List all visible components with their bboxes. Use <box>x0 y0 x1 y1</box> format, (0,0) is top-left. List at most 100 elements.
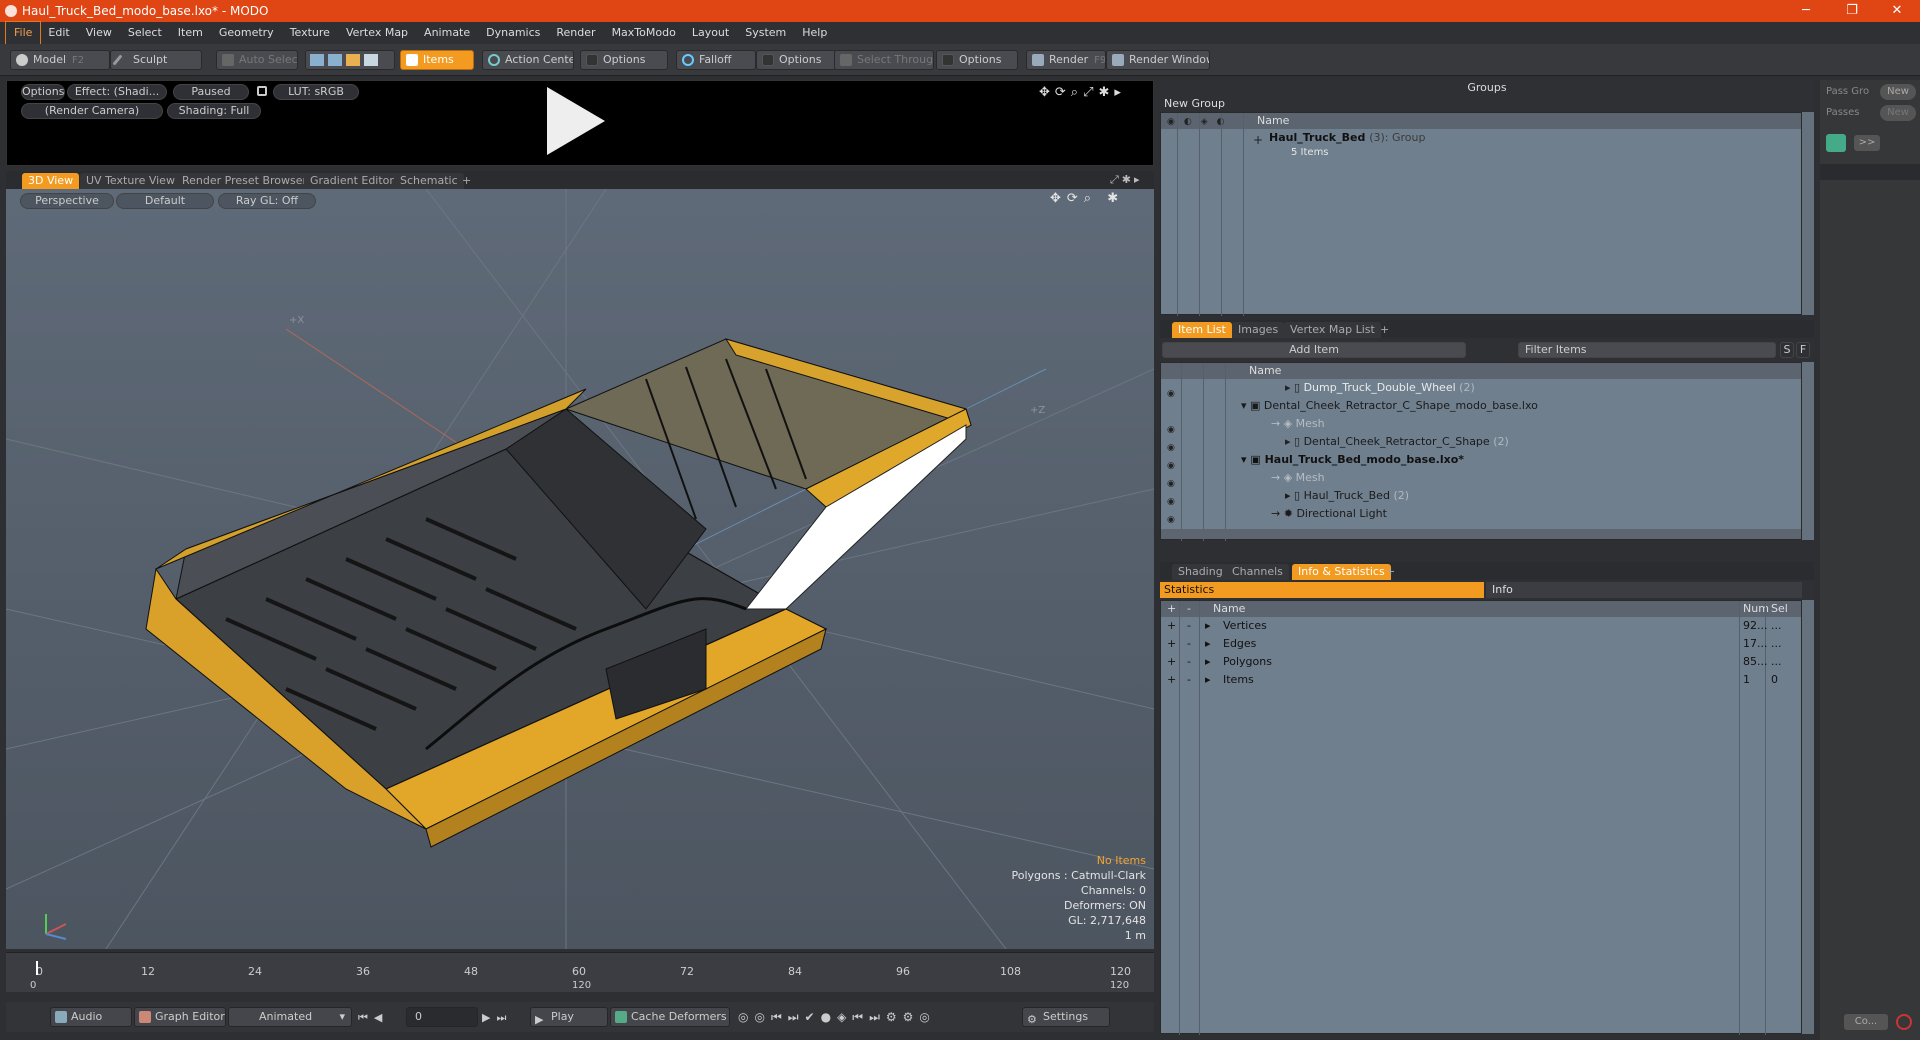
tab-vertex-map-list[interactable]: Vertex Map List <box>1284 322 1381 338</box>
raygl-toggle[interactable]: Ray GL: Off <box>218 193 316 209</box>
play-button[interactable]: ▶ Play <box>530 1007 608 1027</box>
info-tab[interactable]: Info <box>1486 582 1802 598</box>
tab-item-list[interactable]: Item List <box>1172 322 1232 338</box>
perspective-dropdown[interactable]: Perspective <box>20 193 114 209</box>
menu-animate[interactable]: Animate <box>416 22 478 44</box>
play-icon[interactable] <box>547 87 605 155</box>
tab-schematic[interactable]: Schematic <box>394 173 464 189</box>
refresh-icon[interactable] <box>1826 134 1846 152</box>
stats-scrollbar[interactable] <box>1802 600 1814 1034</box>
haul-truck-bed-model[interactable] <box>145 338 972 848</box>
playhead[interactable] <box>36 961 38 975</box>
table-row[interactable]: + - ▸ Vertices 92...... <box>1161 617 1801 635</box>
close-button[interactable]: ✕ <box>1874 0 1920 22</box>
animated-dropdown[interactable]: Animated ▾ <box>228 1007 352 1027</box>
menu-edit[interactable]: Edit <box>40 22 77 44</box>
render-window-button[interactable]: Render Window <box>1106 50 1210 70</box>
filter-items-input[interactable]: Filter Items <box>1518 342 1776 358</box>
audio-button[interactable]: Audio <box>50 1007 132 1027</box>
tab-info-statistics[interactable]: Info & Statistics <box>1292 564 1391 580</box>
menu-item[interactable]: Item <box>170 22 211 44</box>
select-through-button[interactable]: Select Through <box>834 50 934 70</box>
menu-help[interactable]: Help <box>794 22 835 44</box>
expand-more-button[interactable]: >> <box>1854 135 1880 151</box>
eye-icons[interactable]: ◉ ◉ ◉ ◉ ◉ ◉ ◉ <box>1167 385 1175 529</box>
record-icon[interactable] <box>1896 1014 1912 1030</box>
action-center-options-button[interactable]: Options <box>580 50 668 70</box>
lock-icon[interactable] <box>257 86 267 96</box>
expand-icon[interactable]: + <box>1253 133 1263 147</box>
group-row[interactable]: Haul_Truck_Bed (3): Group <box>1269 131 1425 144</box>
action-center-button[interactable]: Action Center <box>482 50 574 70</box>
statistics-tab[interactable]: Statistics <box>1160 582 1484 598</box>
add-tab-button[interactable]: + <box>1380 564 1401 580</box>
list-item[interactable]: ▸ ▯ Haul_Truck_Bed (2) <box>1285 487 1409 505</box>
groups-scrollbar[interactable] <box>1802 112 1814 315</box>
new-group-button[interactable]: New Group <box>1162 97 1242 111</box>
shading-default-dropdown[interactable]: Default <box>116 193 214 209</box>
tab-panel-icons[interactable]: ⤢✱▸ <box>1110 173 1143 187</box>
menu-file[interactable]: File <box>4 21 42 45</box>
preview-shading-dropdown[interactable]: Shading: Full <box>167 103 261 119</box>
command-input[interactable]: Co... <box>1844 1014 1888 1030</box>
tab-shading[interactable]: Shading <box>1172 564 1229 580</box>
menu-render[interactable]: Render <box>548 22 603 44</box>
table-row[interactable]: + - ▸ Items 1 0 <box>1161 671 1801 689</box>
preview-options-button[interactable]: Options <box>21 84 65 100</box>
list-item[interactable]: ▾ ▣ Dental_Cheek_Retractor_C_Shape_modo_… <box>1241 397 1538 415</box>
tab-uv-texture-view[interactable]: UV Texture View <box>80 173 181 189</box>
list-item[interactable]: ▾ ▣ Haul_Truck_Bed_modo_base.lxo* <box>1241 451 1464 469</box>
list-item[interactable]: ▸ ▯ Dental_Cheek_Retractor_C_Shape (2) <box>1285 433 1509 451</box>
graph-editor-button[interactable]: Graph Editor <box>134 1007 226 1027</box>
table-row[interactable]: + - ▸ Edges 17...... <box>1161 635 1801 653</box>
vertices-mode-icon[interactable] <box>310 54 324 66</box>
render-button[interactable]: Render F9 <box>1026 50 1106 70</box>
menu-select[interactable]: Select <box>120 22 170 44</box>
menu-layout[interactable]: Layout <box>684 22 737 44</box>
preview-paused-button[interactable]: Paused <box>173 84 249 100</box>
frame-input[interactable]: 0 <box>406 1007 478 1027</box>
timeline[interactable]: 0 12 24 36 48 60 72 84 96 108 120 0 120 … <box>6 952 1154 992</box>
item-hscrollbar[interactable] <box>1161 529 1801 539</box>
add-item-button[interactable]: Add Item <box>1162 342 1466 358</box>
list-item[interactable]: → ◈ Mesh <box>1271 469 1325 487</box>
preview-effect-dropdown[interactable]: Effect: (Shadi... <box>67 84 167 100</box>
materials-mode-icon[interactable] <box>364 54 378 66</box>
maximize-button[interactable]: ❐ <box>1829 0 1875 22</box>
new-pass-group-button[interactable]: New <box>1880 84 1916 100</box>
key-tool-icons[interactable]: ◎◎⏮⏭✔●◈⏮⏭⚙⚙◎ <box>738 1010 936 1025</box>
settings-button[interactable]: ⚙ Settings <box>1022 1007 1110 1027</box>
item-vscrollbar[interactable] <box>1802 362 1814 540</box>
skip-start-icons[interactable]: ⏮◀ <box>358 1011 388 1025</box>
menu-view[interactable]: View <box>78 22 120 44</box>
sculpt-button[interactable]: Sculpt <box>110 50 202 70</box>
f-toggle[interactable]: F <box>1796 342 1810 358</box>
minimize-button[interactable]: ─ <box>1783 0 1829 22</box>
select-mode-buttons[interactable] <box>305 50 395 70</box>
tab-images[interactable]: Images <box>1232 322 1285 338</box>
menu-geometry[interactable]: Geometry <box>211 22 282 44</box>
falloff-options-button[interactable]: Options <box>756 50 836 70</box>
falloff-button[interactable]: Falloff <box>676 50 756 70</box>
menu-texture[interactable]: Texture <box>282 22 338 44</box>
polygons-mode-icon[interactable] <box>346 54 360 66</box>
s-toggle[interactable]: S <box>1780 342 1794 358</box>
3d-viewport[interactable]: +X +Z Perspective Default Ray GL: Off ✥⟳… <box>6 189 1154 949</box>
table-row[interactable]: + - ▸ Polygons 85...... <box>1161 653 1801 671</box>
skip-end-icons[interactable]: ▶⏭ <box>482 1011 512 1025</box>
tab-3d-view[interactable]: 3D View <box>22 173 80 189</box>
list-item[interactable]: → ✹ Directional Light <box>1271 505 1387 523</box>
edges-mode-icon[interactable] <box>328 54 342 66</box>
items-mode-button[interactable]: Items <box>400 50 474 70</box>
menu-vertex-map[interactable]: Vertex Map <box>338 22 416 44</box>
auto-select-button[interactable]: Auto Select <box>216 50 298 70</box>
cache-deformers-button[interactable]: Cache Deformers <box>610 1007 730 1027</box>
preview-nav-icons[interactable]: ✥⟳⌕⤢✱▸ <box>1039 85 1126 100</box>
tab-channels[interactable]: Channels <box>1226 564 1289 580</box>
new-pass-button[interactable]: New <box>1880 105 1916 121</box>
preview-lut-dropdown[interactable]: LUT: sRGB <box>273 84 359 100</box>
list-item[interactable]: → ◈ Mesh <box>1271 415 1325 433</box>
menu-maxtomodo[interactable]: MaxToModo <box>604 22 684 44</box>
preview-camera-dropdown[interactable]: (Render Camera) <box>21 103 163 119</box>
model-button[interactable]: Model F2 <box>10 50 110 70</box>
